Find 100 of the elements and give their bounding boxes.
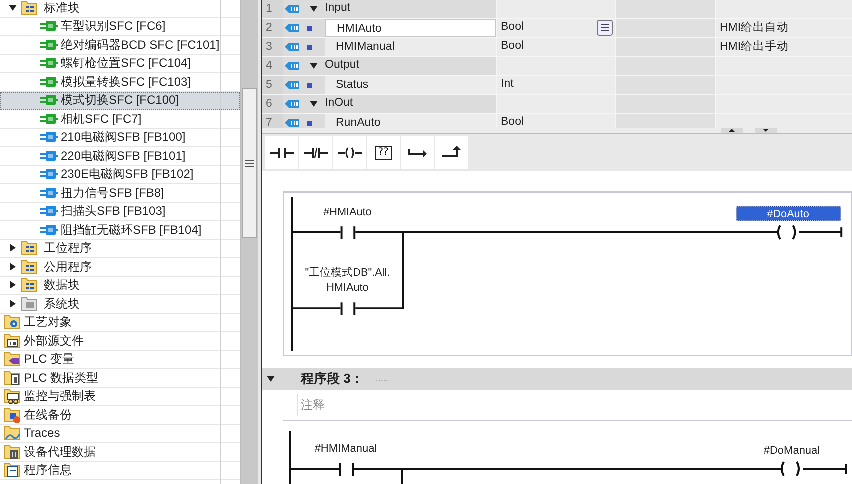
- tree-item[interactable]: 模式切换SFC [FC100]: [0, 92, 240, 110]
- tree-item[interactable]: 绝对编码器BCD SFC [FC101]: [0, 36, 240, 54]
- tree-item[interactable]: 监控与强制表: [24, 387, 96, 406]
- expanded-caret-icon[interactable]: [267, 375, 275, 383]
- data-type-cell-text: Bool: [501, 20, 524, 36]
- toolbar-button[interactable]: [401, 136, 434, 169]
- tree-item[interactable]: 230E电磁阀SFB [FB102]: [0, 166, 240, 184]
- data-type-cell-text: Bool: [501, 115, 524, 128]
- toolbar-button[interactable]: [299, 136, 332, 169]
- function-block-icon: [40, 188, 58, 198]
- gear-folder-icon: [4, 314, 22, 330]
- toolbar-button[interactable]: [435, 136, 468, 169]
- info-folder-icon: [4, 462, 22, 478]
- document-folder-icon: [4, 332, 22, 349]
- tree-item[interactable]: 外部源文件: [24, 332, 84, 350]
- comment-cell: HMI给出手动: [720, 41, 790, 53]
- coil-icon: [338, 144, 362, 160]
- collapsed-caret-icon[interactable]: [9, 300, 17, 308]
- tree-item[interactable]: Traces: [24, 424, 60, 442]
- function-icon: [40, 76, 58, 87]
- function-block-icon: [40, 224, 58, 235]
- expanded-caret-icon[interactable]: [310, 5, 318, 13]
- collapsed-caret-icon[interactable]: [9, 244, 17, 252]
- box-icon: ??: [375, 146, 392, 160]
- tree-item[interactable]: 螺钉枪位置SFC [FC104]: [0, 54, 240, 73]
- expanded-caret-icon[interactable]: [9, 4, 17, 12]
- bullet-icon: [307, 26, 312, 30]
- row-number: 7: [262, 114, 283, 128]
- tree-item[interactable]: 在线备份: [24, 406, 72, 424]
- data-type-cell-text: Int: [501, 77, 514, 92]
- glasses-folder-icon: [4, 388, 22, 404]
- name-cell[interactable]: Status: [325, 76, 496, 94]
- bullet-icon: [307, 82, 312, 88]
- function-icon: [40, 21, 58, 32]
- row-number: 6: [262, 95, 283, 113]
- folder-icon: [21, 258, 39, 275]
- name-cell[interactable]: HMIManual: [325, 38, 496, 56]
- toolbar-button[interactable]: [265, 136, 298, 169]
- collapsed-caret-icon[interactable]: [9, 281, 17, 290]
- list-button-icon[interactable]: [597, 20, 613, 36]
- tree-item[interactable]: 公用程序: [44, 258, 92, 276]
- tree-item[interactable]: 工艺对象: [24, 313, 72, 332]
- data-type-cell-text: Bool: [501, 39, 524, 54]
- bullet-icon: [307, 44, 312, 50]
- scrollbar[interactable]: [241, 0, 258, 484]
- row-number: 3: [262, 38, 283, 56]
- row-number: 4: [262, 57, 283, 75]
- scrollbar-thumb[interactable]: [242, 88, 257, 238]
- grip-icon: [245, 160, 254, 166]
- tree-item[interactable]: 系统块: [44, 294, 80, 313]
- expanded-caret-icon[interactable]: [310, 100, 318, 108]
- folder-icon: [4, 406, 22, 423]
- function-block-icon: [40, 206, 58, 216]
- tree-item[interactable]: PLC 变量: [24, 350, 75, 368]
- bullet-icon: [307, 120, 312, 126]
- document-folder-icon: [4, 370, 22, 386]
- collapsed-caret-icon[interactable]: [9, 262, 17, 271]
- network-title[interactable]: 程序段 3：: [301, 369, 364, 389]
- coil-symbol[interactable]: [777, 225, 796, 240]
- toolbar-button[interactable]: [333, 136, 366, 169]
- section-name: Input: [325, 1, 351, 16]
- name-cell[interactable]: RunAuto: [325, 114, 496, 128]
- row-number: 2: [262, 19, 283, 37]
- tree-item[interactable]: 阻挡缸无磁环SFB [FB104]: [0, 221, 240, 240]
- operand-label: #HMIManual: [314, 443, 378, 455]
- tree-item[interactable]: 相机SFC [FC7]: [0, 110, 240, 128]
- comment-cell: HMI给出自动: [720, 22, 790, 34]
- section-name: InOut: [325, 96, 354, 112]
- folder-icon: [21, 240, 39, 256]
- row-number: 1: [262, 0, 283, 18]
- expanded-caret-icon[interactable]: [310, 62, 318, 70]
- function-icon: [40, 95, 58, 106]
- folder-icon: [21, 277, 39, 294]
- coil-symbol[interactable]: [781, 462, 800, 476]
- tree-item[interactable]: 标准块: [44, 0, 80, 17]
- tree-item[interactable]: 210电磁阀SFB [FB100]: [0, 128, 240, 147]
- name-cell[interactable]: HMIAuto: [325, 19, 496, 37]
- contact-symbol[interactable]: [339, 463, 354, 476]
- operand-label: #DoAuto: [767, 208, 810, 221]
- tree-item[interactable]: PLC 数据类型: [24, 368, 99, 387]
- tree-item[interactable]: 数据块: [44, 276, 80, 294]
- operand-label: "工位模式DB".All. HMIAuto: [305, 266, 390, 294]
- tree-item[interactable]: 扭力信号SFB [FB8]: [0, 184, 240, 202]
- tree-item[interactable]: 设备代理数据: [24, 442, 96, 461]
- tree-item[interactable]: 程序信息: [24, 461, 72, 480]
- function-icon: [40, 58, 58, 68]
- function-icon: [40, 40, 58, 50]
- tree-item[interactable]: 扫描头SFB [FB103]: [0, 202, 240, 221]
- row-number: 5: [262, 76, 283, 94]
- toolbar-button[interactable]: ??: [367, 136, 400, 169]
- tree-item[interactable]: 220电磁阀SFB [FB101]: [0, 147, 240, 166]
- function-block-icon: [40, 169, 58, 180]
- contact-symbol[interactable]: [340, 302, 356, 316]
- contact-symbol[interactable]: [340, 226, 356, 240]
- tree-item[interactable]: 车型识别SFC [FC6]: [0, 18, 240, 36]
- function-icon: [40, 114, 58, 124]
- operand-label: #HMIAuto: [324, 206, 372, 219]
- tree-item[interactable]: 工位程序: [44, 239, 92, 258]
- operand-label: #DoManual: [764, 445, 820, 457]
- folder-icon: [21, 0, 39, 16]
